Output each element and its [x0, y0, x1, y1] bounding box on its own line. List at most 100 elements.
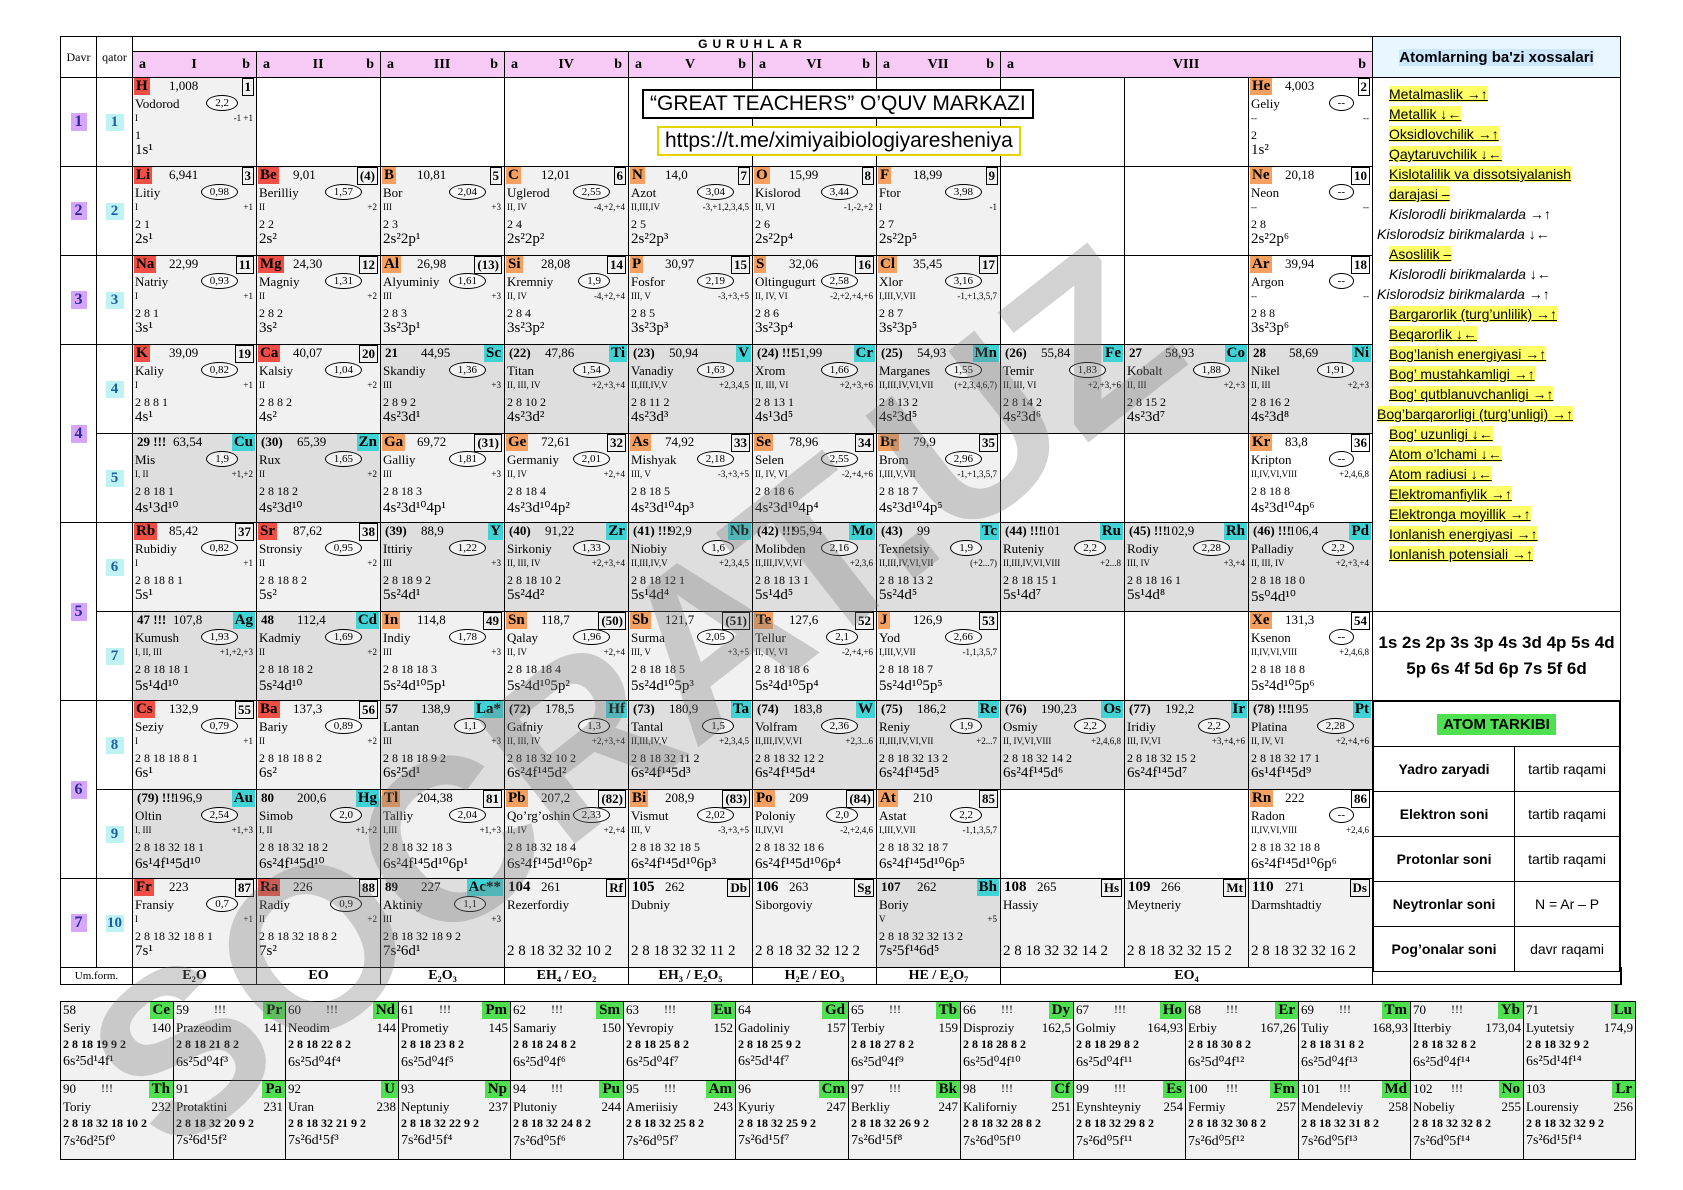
element-cell[interactable]: Rn 222 86 Radon -- II,IV,VI,VIII +2,4,6 2 8 18 … — [1248, 789, 1373, 879]
element-In[interactable]: In 114,8 49 Indiy 1,78 III +3 2 8 18 18 3 5s²4d¹… — [381, 612, 504, 700]
element-cell[interactable]: (23) 50,94 V Vanadiy 1,63 II,III,IV,V +2,3,4,5… — [628, 344, 753, 434]
f-element-Gd[interactable]: 64 Gd Gadoliniy 157 2 8 18 25 9 2 6s²5d¹4f⁷ — [736, 1002, 848, 1080]
f-element-cell[interactable]: 103 Lr Lourensiy 256 2 8 18 32 32 9 2 7s²6d¹5… — [1523, 1080, 1636, 1160]
element-Ta[interactable]: (73) 180,9 Ta Tantal 1,5 II,III,IV,V +2,3,4,5 2… — [629, 701, 752, 789]
element-cell[interactable]: As 74,92 33 Mishyak 2,18 III, V -3,+3,+5 2 8 18… — [628, 433, 753, 523]
element-cell[interactable]: Cl 35,45 17 Xlor 3,16 I,III,V,VII -1,+1,3,5,7 2… — [876, 255, 1001, 345]
element-cell[interactable]: Fr 223 87 Fransiy 0,7 I +1 2 8 18 32 18 8 1 7s¹ — [132, 878, 257, 968]
element-Pd[interactable]: (46) !!! 106,4 Pd Palladiy 2,2 II, III, IV +2,… — [1249, 523, 1372, 611]
f-element-Tb[interactable]: 65!!! Tb Terbiy 159 2 8 18 27 8 2 6s²5d⁰4f⁹ — [849, 1002, 960, 1080]
element-cell[interactable]: Po 209 (84) Poloniy 2,0 II,IV,VI -2,+2,4,6 2 8 … — [752, 789, 877, 879]
element-Na[interactable]: Na 22,99 11 Natriy 0,93 I +1 2 8 1 3s¹ — [133, 256, 256, 344]
element-Kr[interactable]: Kr 83,8 36 Kripton -- II,IV,VI,VIII +2,4,6,8 2 … — [1249, 434, 1372, 522]
f-element-cell[interactable]: 70!!! Yb Itterbiy 173,04 2 8 18 32 8 2 6s²5d⁰… — [1410, 1001, 1524, 1081]
element-cell[interactable]: (79) !!! 196,9 Au Oltin 2,54 I, III +1,+3 2 8 1… — [132, 789, 257, 879]
element-cell[interactable]: Al 26,98 (13) Alyuminiy 1,61 III +3 2 8 3 3s²3p¹ — [380, 255, 505, 345]
element-N[interactable]: N 14,0 7 Azot 3,04 II,III,IV -3,+1,2,3,4,5 2 52… — [629, 167, 752, 255]
element-cell[interactable]: Li 6,941 3 Litiy 0,98 I +1 2 1 2s¹ — [132, 166, 257, 256]
element-Cs[interactable]: Cs 132,9 55 Seziy 0,79 I +1 2 8 18 18 8 1 6s¹ — [133, 701, 256, 789]
element-cell[interactable]: Bi 208,9 (83) Vismut 2,02 III, V -3,+3,+5 2 8 1… — [628, 789, 753, 879]
element-cell[interactable]: (76) 190,23 Os Osmiy 2,2 II, IV,VI,VIII +2,4,6… — [1000, 700, 1125, 790]
element-Ra[interactable]: Ra 226 88 Radiy 0,9 II +2 2 8 18 32 18 8 2 7s² — [257, 879, 380, 967]
f-element-cell[interactable]: 60!!! Nd Neodim 144 2 8 18 22 8 2 6s²5d⁰4f⁴ — [285, 1001, 399, 1081]
element-cell[interactable]: 89 227 Ac** Aktiniy 1,1 III +3 2 8 18 32 18 9 2… — [380, 878, 505, 968]
element-Ni[interactable]: 28 58,69 Ni Nikel 1,91 II, III +2,+3 2 8 16 2 4s… — [1249, 345, 1372, 433]
element-Mt[interactable]: 109 266 Mt Meytneriy 2 8 18 32 32 15 2 — [1125, 879, 1248, 967]
element-Sn[interactable]: Sn 118,7 (50) Qalay 1,96 II, IV +2,+4 2 8 18 18… — [505, 612, 628, 700]
f-element-No[interactable]: 102!!! No Nobeliy 255 2 8 18 32 32 8 2 7s²6d⁰… — [1411, 1081, 1523, 1159]
element-cell[interactable]: In 114,8 49 Indiy 1,78 III +3 2 8 18 18 3 5s²4d¹… — [380, 611, 505, 701]
element-Sr[interactable]: Sr 87,62 38 Stronsiy 0,95 II +2 2 8 18 8 2 5s² — [257, 523, 380, 611]
element-Ne[interactable]: Ne 20,18 10 Neon -- -- -- 2 8 2s²2p⁶ — [1249, 167, 1372, 255]
element-Ag[interactable]: 47 !!! 107,8 Ag Kumush 1,93 I, II, III +1,+2,+… — [133, 612, 256, 700]
element-cell[interactable]: (22) 47,86 Ti Titan 1,54 II, III, IV +2,+3,+4 2… — [504, 344, 629, 434]
element-Bi[interactable]: Bi 208,9 (83) Vismut 2,02 III, V -3,+3,+5 2 8 1… — [629, 790, 752, 878]
f-element-Es[interactable]: 99!!! Es Eynshteyniy 254 2 8 18 32 29 8 2 7s²… — [1074, 1081, 1185, 1159]
element-cell[interactable]: Kr 83,8 36 Kripton -- II,IV,VI,VIII +2,4,6,8 2 … — [1248, 433, 1373, 523]
element-Mg[interactable]: Mg 24,30 12 Magniy 1,31 II +2 2 8 2 3s² — [257, 256, 380, 344]
f-element-cell[interactable]: 61!!! Pm Prometiy 145 2 8 18 23 8 2 6s²5d⁰4f⁵ — [398, 1001, 511, 1081]
element-cell[interactable]: Cs 132,9 55 Seziy 0,79 I +1 2 8 18 18 8 1 6s¹ — [132, 700, 257, 790]
element-Zr[interactable]: (40) 91,22 Zr Sirkoniy 1,33 II, III, IV +2,+3,… — [505, 523, 628, 611]
element-cell[interactable]: B 10,81 5 Bor 2,04 III +3 2 3 2s²2p¹ — [380, 166, 505, 256]
element-Po[interactable]: Po 209 (84) Poloniy 2,0 II,IV,VI -2,+2,4,6 2 8 … — [753, 790, 876, 878]
element-cell[interactable]: Pb 207,2 (82) Qo’rg’oshin 2,33 II, IV +2,+4 2 8… — [504, 789, 629, 879]
f-element-cell[interactable]: 58 Ce Seriy 140 2 8 18 19 9 2 6s²5d¹4f¹ — [60, 1001, 174, 1081]
f-element-cell[interactable]: 69!!! Tm Tuliy 168,93 2 8 18 31 8 2 6s²5d⁰4f¹… — [1298, 1001, 1411, 1081]
element-Rf[interactable]: 104 261 Rf Rezerfordiy 2 8 18 32 32 10 2 — [505, 879, 628, 967]
element-Hg[interactable]: 80 200,6 Hg Simob 2,0 I, II +1,+2 2 8 18 32 18 … — [257, 790, 380, 878]
element-cell[interactable]: (46) !!! 106,4 Pd Palladiy 2,2 II, III, IV +2,… — [1248, 522, 1373, 612]
f-element-cell[interactable]: 68!!! Er Erbiy 167,26 2 8 18 30 8 2 6s²5d⁰4f¹… — [1185, 1001, 1299, 1081]
element-Fr[interactable]: Fr 223 87 Fransiy 0,7 I +1 2 8 18 32 18 8 1 7s¹ — [133, 879, 256, 967]
f-element-Eu[interactable]: 63!!! Eu Yevropiy 152 2 8 18 25 8 2 6s²5d⁰4f⁷ — [624, 1002, 735, 1080]
element-Te[interactable]: Te 127,6 52 Tellur 2,1 II, IV, VI -2,+4,+6 2 8 … — [753, 612, 876, 700]
f-element-Nd[interactable]: 60!!! Nd Neodim 144 2 8 18 22 8 2 6s²5d⁰4f⁴ — [286, 1002, 398, 1080]
f-element-Lu[interactable]: 71 Lu Lyutetsiy 174,9 2 8 18 32 9 2 6s²5d¹4f¹… — [1524, 1002, 1635, 1080]
f-element-cell[interactable]: 100!!! Fm Fermiy 257 2 8 18 32 30 8 2 7s²6d⁰5… — [1185, 1080, 1299, 1160]
f-element-Sm[interactable]: 62!!! Sm Samariy 150 2 8 18 24 8 2 6s²5d⁰4f⁶ — [511, 1002, 623, 1080]
element-cell[interactable]: C 12,01 6 Uglerod 2,55 II, IV -4,+2,+4 2 4 2s²2p… — [504, 166, 629, 256]
element-cell[interactable]: (25) 54,93 Mn Marganes 1,55 II,III,IV,VI,VII (… — [876, 344, 1001, 434]
element-cell[interactable]: 47 !!! 107,8 Ag Kumush 1,93 I, II, III +1,+2,+… — [132, 611, 257, 701]
element-K[interactable]: K 39,09 19 Kaliy 0,82 I +1 2 8 8 1 4s¹ — [133, 345, 256, 433]
element-cell[interactable]: 27 58,93 Co Kobalt 1,88 II, III +2,+3 2 8 15 24… — [1124, 344, 1249, 434]
element-F[interactable]: F 18,99 9 Ftor 3,98 I -1 2 7 2s²2p⁵ — [877, 167, 1000, 255]
f-element-Am[interactable]: 95!!! Am Ameriisiy 243 2 8 18 32 25 8 2 7s²6d… — [624, 1081, 735, 1159]
f-element-cell[interactable]: 65!!! Tb Terbiy 159 2 8 18 27 8 2 6s²5d⁰4f⁹ — [848, 1001, 961, 1081]
element-cell[interactable]: 104 261 Rf Rezerfordiy 2 8 18 32 32 10 2 — [504, 878, 629, 968]
f-element-Md[interactable]: 101!!! Md Mendeleviy 258 2 8 18 32 31 8 2 7s²… — [1299, 1081, 1410, 1159]
element-At[interactable]: At 210 85 Astat 2,2 I,III,V,VII -1,1,3,5,7 2 8 … — [877, 790, 1000, 878]
element-Ru[interactable]: (44) !!! 101 Ru Ruteniy 2,2 II,III,IV,VI,VIII… — [1001, 523, 1124, 611]
element-Ds[interactable]: 110 271 Ds Darmshtadtiy 2 8 18 32 32 16 2 — [1249, 879, 1372, 967]
element-cell[interactable]: F 18,99 9 Ftor 3,98 I -1 2 7 2s²2p⁵ — [876, 166, 1001, 256]
element-Mn[interactable]: (25) 54,93 Mn Marganes 1,55 II,III,IV,VI,VII (… — [877, 345, 1000, 433]
element-cell[interactable]: Si 28,08 14 Kremniy 1,9 II, IV -4,+2,+4 2 8 4 3s… — [504, 255, 629, 345]
element-cell[interactable]: Ne 20,18 10 Neon -- -- -- 2 8 2s²2p⁶ — [1248, 166, 1373, 256]
f-element-Bk[interactable]: 97!!! Bk Berkliy 247 2 8 18 32 26 9 2 7s²6d¹5… — [849, 1081, 960, 1159]
f-element-Tm[interactable]: 69!!! Tm Tuliy 168,93 2 8 18 31 8 2 6s²5d⁰4f¹… — [1299, 1002, 1410, 1080]
element-cell[interactable]: Br 79,9 35 Brom 2,96 I,III,V,VII -1,+1,3,5,7 2 … — [876, 433, 1001, 523]
element-cell[interactable]: Sn 118,7 (50) Qalay 1,96 II, IV +2,+4 2 8 18 18… — [504, 611, 629, 701]
f-element-Er[interactable]: 68!!! Er Erbiy 167,26 2 8 18 30 8 2 6s²5d⁰4f¹… — [1186, 1002, 1298, 1080]
f-element-Pa[interactable]: 91 Pa Protaktini 231 2 8 18 32 20 9 2 7s²6d¹5… — [174, 1081, 285, 1159]
element-Hs[interactable]: 108 265 Hs Hassiy 2 8 18 32 32 14 2 — [1001, 879, 1124, 967]
f-element-cell[interactable]: 62!!! Sm Samariy 150 2 8 18 24 8 2 6s²5d⁰4f⁶ — [510, 1001, 624, 1081]
element-Co[interactable]: 27 58,93 Co Kobalt 1,88 II, III +2,+3 2 8 15 24… — [1125, 345, 1248, 433]
element-cell[interactable]: (42) !!! 95,94 Mo Molibden 2,16 II,III,IV,V,V… — [752, 522, 877, 612]
f-element-Dy[interactable]: 66!!! Dy Disproziy 162,5 2 8 18 28 8 2 6s²5d⁰… — [961, 1002, 1073, 1080]
f-element-cell[interactable]: 96 Cm Kyuriy 247 2 8 18 32 25 9 2 7s²6d¹5f⁷ — [735, 1080, 849, 1160]
element-cell[interactable]: (73) 180,9 Ta Tantal 1,5 II,III,IV,V +2,3,4,5 2… — [628, 700, 753, 790]
element-cell[interactable]: (43) 99 Tc Texnetsiy 1,9 II,III,IV,VI,VII (+2.… — [876, 522, 1001, 612]
element-cell[interactable]: (78) !!! 195 Pt Platina 2,28 II, IV, VI +2,+4,… — [1248, 700, 1373, 790]
element-cell[interactable]: S 32,06 16 Oltingugurt 2,58 II, IV, VI -2,+2,+… — [752, 255, 877, 345]
element-cell[interactable]: (77) 192,2 Ir Iridiy 2,2 III, IV,VI +3,+4,+6 2 … — [1124, 700, 1249, 790]
element-cell[interactable]: (40) 91,22 Zr Sirkoniy 1,33 II, III, IV +2,+3,… — [504, 522, 629, 612]
element-Hf[interactable]: (72) 178,5 Hf Gafniy 1,3 II, III, IV +2,+3,+4 2… — [505, 701, 628, 789]
f-element-Cm[interactable]: 96 Cm Kyuriy 247 2 8 18 32 25 9 2 7s²6d¹5f⁷ — [736, 1081, 848, 1159]
element-cell[interactable]: 107 262 Bh Boriy V +5 2 8 18 32 32 13 2 7s²5f¹⁴… — [876, 878, 1001, 968]
element-cell[interactable]: (39) 88,9 Y Ittiriy 1,22 III +3 2 8 18 9 2 5s²4d… — [380, 522, 505, 612]
f-element-cell[interactable]: 92 U Uran 238 2 8 18 32 21 9 2 7s²6d¹5f³ — [285, 1080, 399, 1160]
element-Ga[interactable]: Ga 69,72 (31) Galliy 1,81 III +3 2 8 18 3 4s²3d¹… — [381, 434, 504, 522]
f-element-Pr[interactable]: 59!!! Pr Prazeodim 141 2 8 18 21 8 2 6s²5d⁰4f… — [174, 1002, 285, 1080]
element-Sc[interactable]: 21 44,95 Sc Skandiy 1,36 III +3 2 8 9 2 4s²3d¹ — [381, 345, 504, 433]
